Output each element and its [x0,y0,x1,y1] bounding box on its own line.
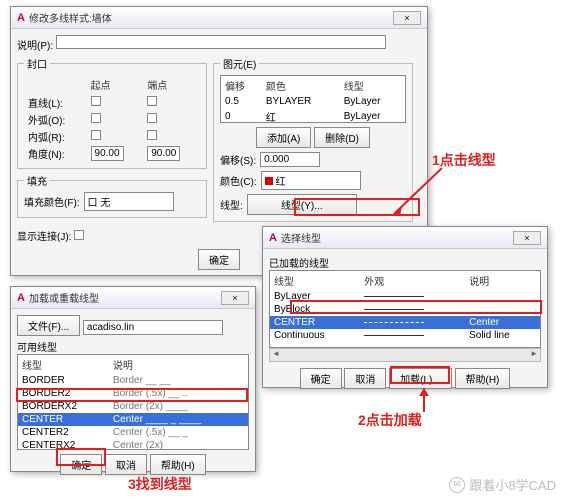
angle-end-input[interactable]: 90.00 [147,146,180,161]
highlight-box-selected [290,300,542,314]
offset-input[interactable]: 0.000 [260,152,320,167]
select-help-button[interactable]: 帮助(H) [455,368,511,389]
elem-row: 0红ByLayer [221,108,405,123]
select-ok-button[interactable]: 确定 [300,368,342,389]
select-cancel-button[interactable]: 取消 [344,368,386,389]
horizontal-scrollbar[interactable]: ◄► [269,348,541,362]
angle-start-input[interactable]: 90.00 [91,146,124,161]
checkbox[interactable] [91,130,101,140]
arrow-icon [392,162,452,218]
select-title: 选择线型 [281,230,513,245]
main-titlebar: 修改多线样式:墙体 × [11,7,427,29]
app-icon [269,232,281,244]
load-linetype-window: 加载或重载线型 × 文件(F)... acadiso.lin 可用线型 线型说明… [10,286,256,472]
load-title: 加载或重载线型 [29,290,221,305]
callout-2: 2点击加载 [358,410,422,430]
show-conn-checkbox[interactable] [74,230,84,240]
app-icon [17,292,29,304]
wechat-icon: ✉ [449,477,465,493]
app-icon [17,12,29,24]
checkbox[interactable] [147,96,157,106]
main-title: 修改多线样式:墙体 [29,10,393,25]
load-titlebar: 加载或重载线型 × [11,287,255,309]
watermark: ✉ 跟着小8学CAD [449,475,556,494]
load-lt-row: CENTERCenter ____ _ ____ [18,413,248,426]
highlight-box-center [16,388,248,402]
close-icon[interactable]: × [393,11,421,25]
add-button[interactable]: 添加(A) [256,127,311,148]
desc-input[interactable] [56,35,386,49]
desc-label: 说明(P): [17,41,53,52]
file-input[interactable]: acadiso.lin [83,320,223,335]
lt-row: ContinuousSolid line [270,329,540,342]
elem-row: 0.5BYLAYERByLayer [221,95,405,108]
checkbox[interactable] [91,96,101,106]
cap-group: 封口 起点端点 直线(L): 外弧(O): 内弧(R): 角度(N):90.00… [17,56,207,169]
fill-color-select[interactable]: 口 无 [84,192,174,211]
load-cancel-button[interactable]: 取消 [105,454,147,475]
checkbox[interactable] [147,130,157,140]
load-lt-row: CENTER2Center (.5x) __ _ [18,426,248,439]
callout-3: 3找到线型 [128,474,192,494]
fill-group: 填充 填充颜色(F): 口 无 [17,173,207,218]
highlight-box-3 [56,448,106,466]
main-ok-button[interactable]: 确定 [198,249,240,270]
load-lt-row: CENTERX2Center (2x) ______ [18,439,248,450]
load-lt-row: BORDERBorder __ __ [18,374,248,387]
file-button[interactable]: 文件(F)... [17,315,80,336]
close-icon[interactable]: × [513,231,541,245]
load-help-button[interactable]: 帮助(H) [150,454,206,475]
highlight-box-2 [390,366,450,384]
lt-row: CENTERCenter [270,316,540,329]
checkbox[interactable] [91,113,101,123]
arrow-icon [414,384,434,414]
delete-button[interactable]: 删除(D) [314,127,370,148]
close-icon[interactable]: × [221,291,249,305]
select-titlebar: 选择线型 × [263,227,547,249]
checkbox[interactable] [147,113,157,123]
color-select[interactable]: 红 [261,171,361,190]
